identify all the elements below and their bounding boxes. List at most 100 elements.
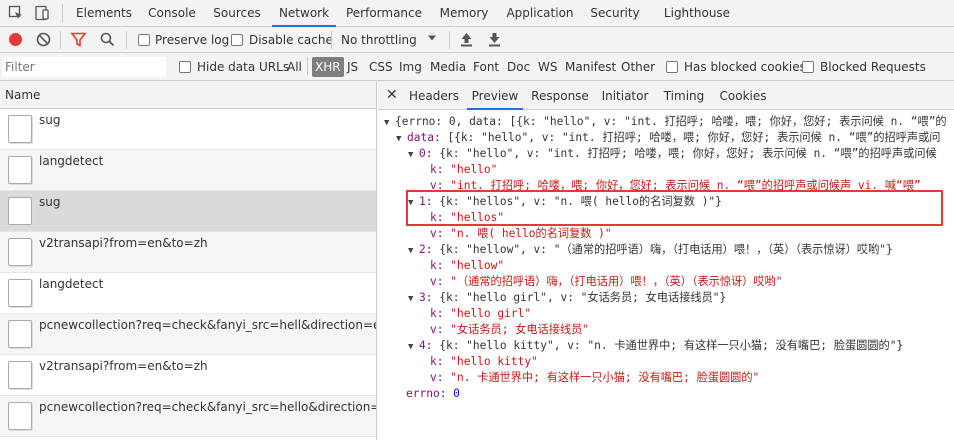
type-filter-img[interactable]: Img	[396, 57, 425, 77]
close-icon[interactable]: ✕	[386, 81, 398, 110]
request-name: langdetect	[39, 277, 104, 291]
request-row[interactable]: langdetect	[0, 273, 376, 314]
toolbar-divider	[62, 4, 63, 22]
document-icon	[8, 361, 32, 389]
document-icon	[8, 320, 32, 348]
device-toolbar-icon[interactable]	[34, 5, 50, 21]
tab-headers[interactable]: Headers	[407, 81, 461, 110]
filter-icon[interactable]	[70, 31, 87, 48]
select-element-icon[interactable]	[8, 5, 24, 21]
expand-arrow-icon[interactable]: ▼	[408, 291, 419, 307]
type-filter-all[interactable]: All	[284, 57, 305, 77]
toolbar-divider	[331, 31, 332, 49]
request-name: sug	[39, 113, 61, 127]
errno-value: 0	[453, 387, 460, 400]
tab-initiator[interactable]: Initiator	[598, 81, 652, 110]
expand-arrow-icon[interactable]: ▼	[408, 339, 419, 355]
tree-root-line[interactable]: ▼ {errno: 0, data: [{k: "hello", v: "int.…	[384, 114, 947, 130]
request-row[interactable]: v2transapi?from=en&to=zh	[0, 232, 376, 273]
type-filter-manifest[interactable]: Manifest	[562, 57, 619, 77]
data-key: data	[407, 131, 434, 144]
item-v-value: "n. 卡通世界中; 有这样一只小猫; 没有嘴巴; 脸蛋圆圆的"	[450, 371, 760, 384]
request-row[interactable]: v2transapi?from=en&to=zh	[0, 355, 376, 396]
json-preview-tree: ▼ {errno: 0, data: [{k: "hello", v: "int.…	[378, 111, 954, 440]
disable-cache-checkbox[interactable]	[231, 34, 243, 46]
record-icon[interactable]	[7, 31, 24, 48]
item-k-line: k: "hello kitty"	[430, 355, 538, 368]
item-k-value: "hello kitty"	[450, 355, 538, 368]
network-toolbar: Preserve log Disable cache No throttling	[0, 27, 954, 53]
request-row[interactable]: langdetect	[0, 150, 376, 191]
has-blocked-cookies-checkbox[interactable]	[666, 61, 678, 73]
tab-console[interactable]: Console	[142, 0, 202, 27]
type-filter-js[interactable]: JS	[344, 57, 361, 77]
item-k-value: "hello"	[450, 163, 498, 176]
detail-tab-bar: ✕ Headers Preview Response Initiator Tim…	[378, 81, 954, 110]
item-k-line: k: "hellow"	[430, 259, 505, 272]
import-icon[interactable]	[459, 31, 476, 48]
type-filter-ws[interactable]: WS	[535, 57, 560, 77]
request-row[interactable]: pcnewcollection?req=check&fanyi_src=hell…	[0, 396, 376, 437]
clear-icon[interactable]	[35, 31, 52, 48]
item-k-line: k: "hello"	[430, 163, 498, 176]
item-v-line: v: "n. 卡通世界中; 有这样一只小猫; 没有嘴巴; 脸蛋圆圆的"	[430, 371, 760, 384]
request-name: v2transapi?from=en&to=zh	[39, 359, 208, 373]
expand-arrow-icon[interactable]: ▼	[408, 243, 419, 259]
errno-key: errno	[406, 387, 440, 400]
tree-item-line[interactable]: ▼ 0: {k: "hello", v: "int. 打招呼; 哈喽，喂; 你好，…	[408, 146, 937, 162]
type-filter-other[interactable]: Other	[618, 57, 658, 77]
throttling-select[interactable]: No throttling	[341, 27, 417, 53]
filter-bar: Hide data URLs All XHR JS CSS Img Media …	[0, 53, 954, 81]
has-blocked-cookies-label: Has blocked cookies	[684, 60, 806, 74]
tab-performance[interactable]: Performance	[343, 0, 425, 27]
tab-application[interactable]: Application	[502, 0, 578, 27]
item-summary: {k: "hello kitty", v: "n. 卡通世界中; 有这样一只小猫…	[439, 339, 904, 352]
request-list: Name sug langdetect sug v2transapi?from=…	[0, 81, 377, 440]
item-v-value: "（通常的招呼语）嗨，（打电话用）喂！，（英）（表示惊讶）哎哟"	[450, 275, 783, 288]
tab-response[interactable]: Response	[529, 81, 591, 110]
tree-item-line[interactable]: ▼ 2: {k: "hellow", v: "（通常的招呼语）嗨，（打电话用）喂！…	[408, 242, 893, 258]
type-filter-doc[interactable]: Doc	[504, 57, 533, 77]
request-name: pcnewcollection?req=check&fanyi_src=hell…	[39, 318, 377, 332]
tab-elements[interactable]: Elements	[72, 0, 136, 27]
item-v-value: "女话务员; 女电话接线员"	[450, 323, 590, 336]
tree-item-line[interactable]: ▼ 4: {k: "hello kitty", v: "n. 卡通世界中; 有这样…	[408, 338, 903, 354]
toolbar-divider	[307, 57, 308, 75]
search-icon[interactable]	[99, 31, 116, 48]
tree-item-line[interactable]: ▼ 3: {k: "hello girl", v: "女话务员; 女电话接线员"}	[408, 290, 726, 306]
export-icon[interactable]	[487, 31, 504, 48]
type-filter-font[interactable]: Font	[470, 57, 502, 77]
tab-security[interactable]: Security	[587, 0, 643, 27]
item-summary: {k: "hello girl", v: "女话务员; 女电话接线员"}	[439, 291, 727, 304]
chevron-down-icon[interactable]	[426, 32, 443, 49]
tab-cookies[interactable]: Cookies	[716, 81, 770, 110]
document-icon	[8, 279, 32, 307]
blocked-requests-checkbox[interactable]	[802, 61, 814, 73]
tab-sources[interactable]: Sources	[209, 0, 265, 27]
type-filter-media[interactable]: Media	[427, 57, 469, 77]
type-filter-css[interactable]: CSS	[366, 57, 396, 77]
hide-data-urls-checkbox[interactable]	[179, 61, 191, 73]
preserve-log-checkbox[interactable]	[138, 34, 150, 46]
request-row-selected[interactable]: sug	[0, 191, 376, 232]
tab-timing[interactable]: Timing	[659, 81, 709, 110]
expand-arrow-icon[interactable]: ▼	[408, 147, 419, 163]
item-v-line: v: "（通常的招呼语）嗨，（打电话用）喂！，（英）（表示惊讶）哎哟"	[430, 275, 783, 288]
type-filter-xhr[interactable]: XHR	[312, 57, 344, 77]
name-column-header[interactable]: Name	[0, 81, 376, 109]
request-row[interactable]: sug	[0, 109, 376, 150]
tab-preview[interactable]: Preview	[467, 81, 523, 110]
document-icon	[8, 197, 32, 225]
item-summary: {k: "hellow", v: "（通常的招呼语）嗨，（打电话用）喂！，（英）…	[439, 243, 893, 256]
document-icon	[8, 238, 32, 266]
expand-arrow-icon[interactable]: ▼	[396, 131, 407, 147]
tree-data-line[interactable]: ▼ data: [{k: "hello", v: "int. 打招呼; 哈喽，喂;…	[396, 130, 941, 146]
data-summary: [{k: "hello", v: "int. 打招呼; 哈喽，喂; 你好，您好;…	[447, 131, 941, 144]
request-row[interactable]: pcnewcollection?req=check&fanyi_src=hell…	[0, 314, 377, 355]
tab-memory[interactable]: Memory	[434, 0, 494, 27]
tab-lighthouse[interactable]: Lighthouse	[661, 0, 733, 27]
item-v-value: "n. 喂( hello的名词复数 )"	[450, 227, 612, 240]
filter-input[interactable]	[2, 57, 166, 77]
tab-network[interactable]: Network	[272, 0, 336, 27]
expand-arrow-icon[interactable]: ▼	[384, 115, 395, 131]
